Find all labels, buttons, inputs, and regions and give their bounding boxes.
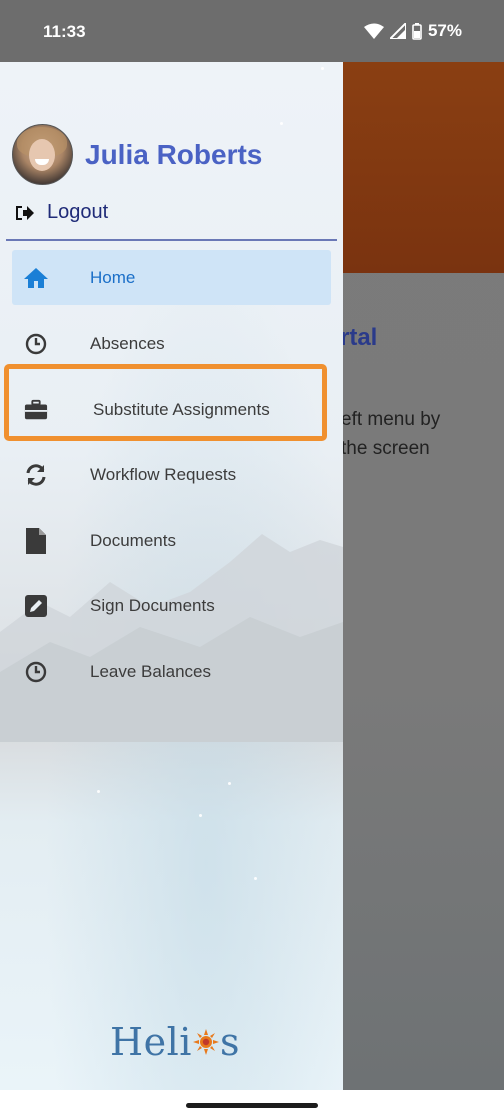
background-portal-title: rtal (340, 324, 378, 351)
system-navigation-bar (0, 1090, 504, 1120)
logout-button[interactable]: Logout (14, 201, 108, 224)
avatar (12, 124, 73, 185)
menu-item-label: Workflow Requests (90, 464, 237, 484)
clock-icon (24, 332, 48, 356)
menu-item-label: Absences (90, 333, 165, 353)
sparkle (199, 814, 202, 817)
battery-icon (412, 22, 422, 40)
battery-percent: 57% (427, 21, 462, 40)
menu-item-absences[interactable]: Absences (12, 316, 331, 371)
status-icons: 57% (363, 21, 462, 41)
menu-item-home[interactable]: Home (12, 250, 331, 305)
background-hint-text: eft menu by the screen (341, 405, 440, 463)
edit-icon (24, 594, 48, 618)
status-bar: 11:33 57% (0, 0, 504, 62)
sparkle (254, 877, 257, 880)
background-hint-line2: the screen (341, 438, 430, 459)
clock-icon (24, 660, 48, 684)
cell-signal-icon (389, 23, 406, 39)
sun-icon (192, 1029, 219, 1055)
menu-item-sign-documents[interactable]: Sign Documents (12, 578, 331, 633)
menu-item-label: Documents (90, 530, 176, 550)
user-name: Julia Roberts (85, 138, 263, 170)
menu-item-label: Sign Documents (90, 595, 215, 615)
refresh-icon (24, 463, 48, 487)
home-gesture-handle[interactable] (186, 1103, 318, 1108)
home-icon (24, 266, 48, 290)
document-icon (24, 527, 48, 554)
menu-item-label: Home (90, 267, 136, 287)
logout-label: Logout (47, 201, 109, 223)
highlight-box (4, 364, 327, 441)
menu-item-leave-balances[interactable]: Leave Balances (12, 644, 331, 699)
background-hint-line1: eft menu by (341, 409, 441, 430)
logo-text-left: Heli (110, 1020, 192, 1064)
sparkle (321, 67, 324, 70)
menu-item-label: Leave Balances (90, 661, 211, 681)
sparkle (97, 790, 100, 793)
drawer-divider (6, 239, 337, 241)
menu-item-workflow-requests[interactable]: Workflow Requests (12, 447, 331, 502)
sparkle (280, 122, 283, 125)
logout-icon (16, 205, 34, 220)
sparkle (228, 782, 231, 785)
menu-item-documents[interactable]: Documents (12, 513, 331, 568)
user-profile[interactable]: Julia Roberts (12, 124, 262, 185)
status-time: 11:33 (43, 22, 86, 41)
navigation-drawer: Julia Roberts Logout Home Absences Subst… (0, 62, 343, 1090)
wifi-icon (363, 23, 384, 39)
logo-text-right: s (219, 1020, 240, 1064)
helios-logo: Heli s (110, 1020, 240, 1064)
